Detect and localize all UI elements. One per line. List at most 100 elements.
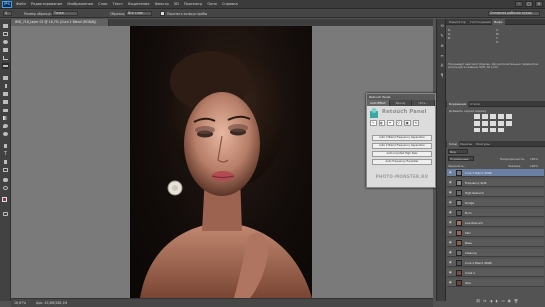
auto-frequency-equalizer-button[interactable]: Auto Frequency Equalizer (372, 159, 432, 165)
color-balance-icon[interactable] (482, 121, 488, 126)
visibility-eye-icon[interactable]: ◉ (449, 251, 453, 254)
layer-row[interactable]: ◉ Base (447, 239, 544, 247)
sample-size-select[interactable]: Точка (52, 11, 78, 16)
layer-row[interactable]: ◉ Dodge (447, 199, 544, 207)
show-ring-checkbox[interactable] (160, 11, 165, 16)
maximize-button[interactable]: □ (525, 1, 533, 7)
dodge-tool-icon[interactable] (2, 131, 9, 137)
type-tool-icon[interactable]: T (2, 151, 9, 157)
auto-2-blend-button[interactable]: Auto 2 Blend Frequency Separation (372, 143, 432, 149)
adjustment-layer-icon[interactable]: ◐ (495, 299, 498, 305)
document-tab[interactable]: IMG_716_layer 01 @ 16,7% (Cure 2 Blend (… (11, 19, 109, 26)
layer-row[interactable]: ◉ Cleanup (447, 249, 544, 257)
auto-inverted-high-pass-button[interactable]: Auto Inverted High Pass (372, 151, 432, 157)
menu-help[interactable]: Справка (222, 2, 238, 6)
crop-tool-icon[interactable] (2, 55, 9, 61)
menu-type[interactable]: Текст (113, 2, 124, 6)
tab-info[interactable]: Инфо (492, 19, 505, 25)
menu-select[interactable]: Выделение (128, 2, 149, 6)
quick-select-tool-icon[interactable] (2, 47, 9, 53)
properties-panel-icon[interactable]: ≡ (439, 53, 445, 59)
visibility-eye-icon[interactable]: ◉ (449, 271, 453, 274)
visibility-eye-icon[interactable]: ◉ (449, 211, 453, 214)
path-select-tool-icon[interactable] (2, 159, 9, 165)
auto-3-blend-button[interactable]: Auto 3 Blend Frequency Separation (372, 135, 432, 141)
gradient-map-icon[interactable] (498, 128, 504, 132)
menu-file[interactable]: Файл (16, 2, 26, 6)
retouch-layer-icon[interactable]: ▣ (404, 120, 411, 126)
visibility-eye-icon[interactable]: ◉ (449, 261, 453, 264)
visibility-eye-icon[interactable]: ◉ (449, 281, 453, 284)
layer-row[interactable]: ◉ Frequency Split (447, 179, 544, 187)
zoom-level[interactable]: 16,67% (14, 301, 26, 305)
menu-image[interactable]: Изображение (67, 2, 93, 6)
paragraph-panel-icon[interactable]: ¶ (439, 73, 445, 79)
layer-row[interactable]: ◉ Low Retouch (447, 219, 544, 227)
hand-tool-icon[interactable] (2, 177, 9, 183)
layer-row[interactable]: ◉ Фон (447, 279, 544, 287)
character-panel-icon[interactable]: A (439, 63, 445, 69)
menu-3d[interactable]: 3D (174, 2, 179, 6)
marquee-tool-icon[interactable] (2, 31, 9, 37)
menu-view[interactable]: Просмотр (184, 2, 202, 6)
group-icon[interactable]: ▭ (501, 299, 504, 305)
retouch-contrast-icon[interactable]: ◐ (378, 120, 385, 126)
visibility-eye-icon[interactable]: ◉ (449, 241, 453, 244)
tab-adjustments[interactable]: Коррекция (447, 101, 469, 107)
move-tool-icon[interactable] (2, 23, 9, 29)
menu-filter[interactable]: Фильтр (155, 2, 169, 6)
workspace-select[interactable]: Основная рабочая среда (488, 11, 540, 16)
menu-window[interactable]: Окно (207, 2, 217, 6)
visibility-eye-icon[interactable]: ◉ (449, 201, 453, 204)
channel-mixer-icon[interactable] (506, 121, 512, 126)
visibility-eye-icon[interactable]: ◉ (449, 221, 453, 224)
brightness-icon[interactable] (474, 114, 480, 119)
hue-saturation-icon[interactable] (474, 121, 480, 126)
posterize-icon[interactable] (482, 128, 488, 132)
blend-mode-select[interactable]: Нормальные (448, 156, 474, 161)
tab-channels[interactable]: Каналы (458, 141, 474, 147)
visibility-eye-icon[interactable]: ◉ (449, 191, 453, 194)
pen-tool-icon[interactable] (2, 143, 9, 149)
retouch-search-icon[interactable]: ⚲ (395, 120, 402, 126)
eraser-tool-icon[interactable] (2, 107, 9, 113)
lasso-tool-icon[interactable] (2, 39, 9, 45)
tab-paths[interactable]: Контуры (474, 141, 492, 147)
foreground-color-swatch[interactable] (2, 197, 7, 202)
eyedropper-tool-icon[interactable] (2, 63, 9, 69)
retouch-brush-icon[interactable]: ✎ (370, 120, 377, 126)
visibility-eye-icon[interactable]: ◉ (449, 181, 453, 184)
zoom-tool-icon[interactable] (2, 185, 9, 191)
new-layer-icon[interactable]: ▣ (508, 299, 511, 305)
layer-filter-select[interactable]: Вид (448, 149, 468, 154)
retouch-reset-icon[interactable]: ⟲ (412, 120, 419, 126)
visibility-eye-icon[interactable]: ◉ (449, 231, 453, 234)
healing-brush-tool-icon[interactable] (2, 75, 9, 81)
link-layers-icon[interactable]: ⛓ (476, 299, 480, 305)
threshold-icon[interactable] (490, 128, 496, 132)
fill-value[interactable]: 100% (530, 164, 538, 168)
shape-tool-icon[interactable] (2, 167, 9, 173)
layer-row[interactable]: ◉ Skin (447, 229, 544, 237)
blur-tool-icon[interactable] (2, 123, 9, 129)
retouch-site-label[interactable]: PHOTO-MONSTER.RU (367, 174, 437, 179)
tab-ultra[interactable]: Ultra... (412, 100, 436, 106)
history-brush-tool-icon[interactable] (2, 99, 9, 105)
delete-layer-icon[interactable]: 🗑 (514, 299, 518, 305)
invert-icon[interactable] (474, 128, 480, 132)
black-white-icon[interactable] (490, 121, 496, 126)
close-button[interactable]: × (535, 1, 543, 7)
history-panel-icon[interactable]: ⟲ (439, 23, 445, 29)
layer-style-icon[interactable]: fx (483, 299, 486, 305)
layer-row[interactable]: ◉ Cure 3 Blend (RGB) (447, 169, 544, 177)
exposure-icon[interactable] (498, 114, 504, 119)
tab-histogram[interactable]: Гистограмма (468, 19, 493, 25)
layer-row[interactable]: ◉ High Retouch (447, 189, 544, 197)
layer-row[interactable]: ◉ Cure 2 Blend (RGB) (447, 259, 544, 267)
tab-beauty-retouch[interactable]: Beauty Retouch (390, 100, 413, 111)
gradient-tool-icon[interactable] (2, 115, 9, 121)
photo-filter-icon[interactable] (498, 121, 504, 126)
retouch-pen-icon[interactable]: ✒ (387, 120, 394, 126)
menu-edit[interactable]: Редактирование (31, 2, 62, 6)
clone-panel-icon[interactable]: ⊕ (439, 43, 445, 49)
